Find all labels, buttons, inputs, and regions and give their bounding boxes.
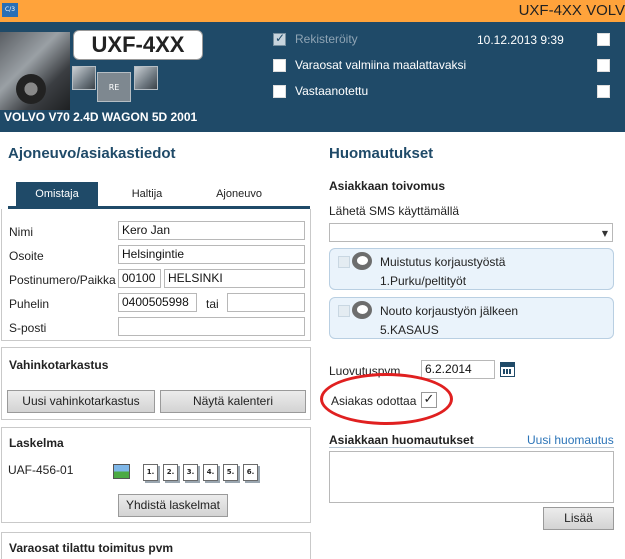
customer-remarks-title: Asiakkaan huomautukset [329, 433, 474, 447]
calculation-id[interactable]: UAF-456-01 [8, 463, 73, 477]
document-5-icon[interactable]: 5. [223, 464, 238, 481]
highlight-circle [320, 373, 453, 425]
damage-inspection-title: Vahinkotarkastus [9, 358, 109, 372]
customer-tabs: Omistaja Haltija Ajoneuvo [8, 182, 310, 209]
reminder-note-title: Muistutus korjaustyöstä [380, 255, 506, 269]
address-label: Osoite [9, 249, 44, 263]
photo-thumbnail-1[interactable] [72, 66, 96, 90]
phone2-input[interactable] [227, 293, 305, 312]
delivery-date-input[interactable]: 6.2.2014 [421, 360, 495, 379]
extra-checkbox-2[interactable] [597, 59, 610, 72]
license-plate: UXF-4XX [73, 30, 203, 60]
tab-vehicle[interactable]: Ajoneuvo [198, 182, 280, 206]
name-label: Nimi [9, 225, 33, 239]
postal-label: Postinumero/Paikka [9, 273, 116, 287]
customer-remarks-textarea[interactable] [329, 451, 614, 503]
customer-wish-title: Asiakkaan toivomus [329, 179, 446, 193]
document-1-icon[interactable]: 1. [143, 464, 158, 481]
parts-ready-checkbox[interactable] [273, 59, 286, 72]
reminder-note-sub: 1.Purku/peltityöt [380, 274, 467, 288]
header-datetime: 10.12.2013 9:39 [477, 33, 564, 47]
remarks-divider [329, 447, 614, 448]
document-3-icon[interactable]: 3. [183, 464, 198, 481]
parts-ready-label: Varaosat valmiina maalattavaksi [295, 58, 467, 72]
tab-owner[interactable]: Omistaja [16, 182, 98, 206]
pickup-note-checkbox[interactable] [338, 305, 350, 317]
city-input[interactable]: HELSINKI [164, 269, 305, 288]
document-6-icon[interactable]: 6. [243, 464, 258, 481]
re-thumbnail[interactable]: RE [97, 72, 131, 102]
wheel-graphic [16, 74, 46, 104]
postal-code-input[interactable]: 00100 [118, 269, 161, 288]
speech-bubble-icon [352, 301, 372, 319]
received-label: Vastaanotettu [295, 84, 369, 98]
registered-checkbox [273, 31, 286, 46]
sms-label: Lähetä SMS käyttämällä [329, 204, 460, 218]
show-calendar-button[interactable]: Näytä kalenteri [160, 390, 306, 413]
add-remark-button[interactable]: Lisää [543, 507, 614, 530]
window-title: UXF-4XX VOLV [518, 2, 625, 19]
pickup-note-card[interactable]: Nouto korjaustyön jälkeen 5.KASAUS [329, 297, 614, 339]
email-label: S-posti [9, 321, 47, 335]
document-2-icon[interactable]: 2. [163, 464, 178, 481]
sms-select[interactable]: ▼ [329, 223, 613, 242]
email-input[interactable] [118, 317, 305, 336]
photo-thumbnail-2[interactable] [134, 66, 158, 90]
phone-label: Puhelin [9, 297, 50, 311]
reminder-note-checkbox[interactable] [338, 256, 350, 268]
app-icon: C/3 [2, 3, 18, 17]
vehicle-header: UXF-4XX RE VOLVO V70 2.4D WAGON 5D 2001 … [0, 22, 625, 132]
remarks-section-title: Huomautukset [329, 145, 434, 162]
tab-holder[interactable]: Haltija [108, 182, 186, 206]
address-input[interactable]: Helsingintie [118, 245, 305, 264]
document-4-icon[interactable]: 4. [203, 464, 218, 481]
merge-calculations-button[interactable]: Yhdistä laskelmat [118, 494, 228, 517]
extra-checkbox-3[interactable] [597, 85, 610, 98]
title-bar: C/3 UXF-4XX VOLV [0, 0, 625, 22]
chevron-down-icon: ▼ [601, 229, 608, 238]
name-input[interactable]: Kero Jan [118, 221, 305, 240]
registered-label: Rekisteröity [295, 32, 358, 46]
pickup-note-title: Nouto korjaustyön jälkeen [380, 304, 519, 318]
vehicle-customer-section-title: Ajoneuvo/asiakastiedot [8, 145, 176, 162]
calendar-icon[interactable] [500, 362, 515, 377]
new-damage-inspection-button[interactable]: Uusi vahinkotarkastus [7, 390, 155, 413]
pickup-note-sub: 5.KASAUS [380, 323, 439, 337]
image-icon[interactable] [113, 464, 130, 479]
calculation-title: Laskelma [9, 436, 64, 450]
extra-checkbox-1[interactable] [597, 33, 610, 46]
new-remark-link[interactable]: Uusi huomautus [527, 433, 614, 447]
received-checkbox[interactable] [273, 85, 286, 98]
phone-or-label: tai [206, 297, 219, 311]
car-photo[interactable] [0, 32, 70, 110]
reminder-note-card[interactable]: Muistutus korjaustyöstä 1.Purku/peltityö… [329, 248, 614, 290]
speech-bubble-icon [352, 252, 372, 270]
parts-ordered-title: Varaosat tilattu toimitus pvm [9, 541, 174, 555]
phone-input[interactable]: 0400505998 [118, 293, 197, 312]
vehicle-model: VOLVO V70 2.4D WAGON 5D 2001 [4, 110, 198, 124]
